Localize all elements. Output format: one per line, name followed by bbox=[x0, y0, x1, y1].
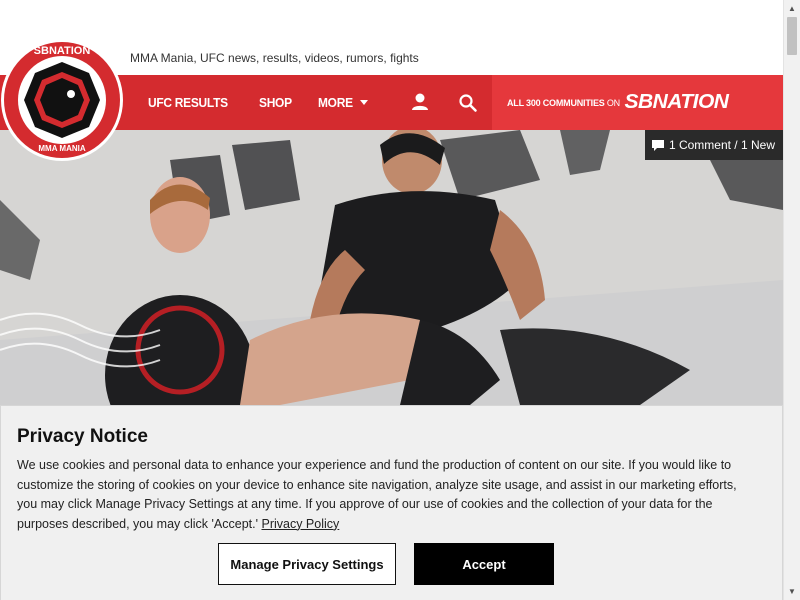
nav-link-ufc-results[interactable]: UFC RESULTS bbox=[148, 95, 228, 110]
logo-top-text: SBNATION bbox=[34, 45, 91, 57]
logo-bottom-text: MMA MANIA bbox=[38, 144, 85, 153]
accept-button[interactable]: Accept bbox=[414, 543, 554, 585]
page: MMA Mania, UFC news, results, videos, ru… bbox=[0, 0, 800, 600]
nav-link-more[interactable]: MORE bbox=[318, 95, 369, 110]
hero-image[interactable]: 1 Comment / 1 New bbox=[0, 130, 783, 405]
mma-mania-logo[interactable]: SBNATION MMA MANIA bbox=[0, 38, 124, 162]
hero-photo bbox=[0, 130, 783, 405]
privacy-notice-title: Privacy Notice bbox=[17, 426, 148, 447]
privacy-policy-link[interactable]: Privacy Policy bbox=[261, 517, 339, 531]
privacy-notice-text: We use cookies and personal data to enha… bbox=[17, 458, 737, 531]
scroll-up-arrow-icon[interactable]: ▲ bbox=[784, 0, 800, 17]
comment-count-badge[interactable]: 1 Comment / 1 New bbox=[644, 130, 783, 160]
privacy-notice-banner: Privacy Notice We use cookies and person… bbox=[0, 405, 783, 600]
site-tagline: MMA Mania, UFC news, results, videos, ru… bbox=[130, 51, 419, 65]
comment-icon bbox=[651, 139, 664, 151]
privacy-notice-body: We use cookies and personal data to enha… bbox=[17, 456, 737, 534]
communities-label: ALL 300 COMMUNITIES ON bbox=[507, 98, 620, 108]
scroll-thumb[interactable] bbox=[787, 17, 797, 55]
manage-privacy-settings-button[interactable]: Manage Privacy Settings bbox=[218, 543, 396, 585]
communities-prefix: ALL 300 COMMUNITIES bbox=[507, 97, 605, 108]
sbnation-logo: SBNATION bbox=[624, 91, 729, 113]
page-scrollbar[interactable]: ▲ ▼ bbox=[783, 0, 800, 600]
sbnation-network-link[interactable]: ALL 300 COMMUNITIES ON SBNATION bbox=[492, 75, 783, 130]
user-icon[interactable] bbox=[410, 92, 430, 112]
nav-link-shop[interactable]: SHOP bbox=[259, 95, 292, 110]
comment-count-label: 1 Comment / 1 New bbox=[668, 138, 775, 152]
nav-links: UFC RESULTS SHOP MORE bbox=[148, 75, 369, 130]
nav-link-more-label: MORE bbox=[318, 95, 354, 110]
scroll-down-arrow-icon[interactable]: ▼ bbox=[784, 583, 800, 600]
chevron-down-icon bbox=[360, 100, 369, 105]
search-icon[interactable] bbox=[458, 93, 478, 113]
communities-on: ON bbox=[606, 97, 620, 108]
